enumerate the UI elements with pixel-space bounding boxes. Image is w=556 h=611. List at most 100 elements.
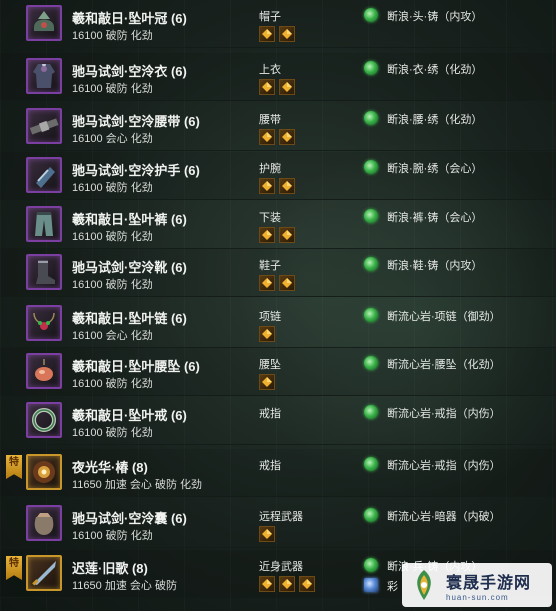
item-name: 羲和敲日·坠叶戒 (6)	[72, 408, 187, 423]
jade-icon	[364, 209, 378, 223]
gem-icon[interactable]	[259, 576, 275, 592]
gem-icon[interactable]	[259, 374, 275, 390]
item-stats: 11650 加速 会心 破防	[72, 580, 177, 592]
gem-icon[interactable]	[259, 79, 275, 95]
equipment-row[interactable]: 羲和敲日·坠叶冠 (6) 16100 破防 化劲 帽子 断浪·头·铸（内攻）	[0, 0, 556, 48]
item-name: 迟莲·旧歌 (8)	[72, 561, 148, 576]
boots-icon[interactable]	[26, 254, 62, 290]
jade-icon	[364, 308, 378, 322]
watermark-title: 寰晟手游网	[446, 574, 532, 592]
ring-icon[interactable]	[26, 402, 62, 438]
gem-icon[interactable]	[299, 576, 315, 592]
gem-slots	[259, 79, 295, 95]
gem-slots	[259, 178, 295, 194]
special-tag: 特	[6, 455, 22, 479]
enchant-label: 断浪·腰·绣（化劲）	[387, 114, 483, 126]
item-slot: 上衣	[259, 64, 281, 76]
enchant-label: 断流心岩·戒指（内伤）	[387, 408, 501, 420]
item-stats: 16100 破防 化劲	[72, 530, 153, 542]
item-name: 驰马试剑·空泠衣 (6)	[72, 64, 187, 79]
gem-slots	[259, 275, 295, 291]
enchant-label: 断流心岩·项链（御劲）	[387, 311, 501, 323]
gem-icon[interactable]	[259, 26, 275, 42]
gem-slots	[259, 26, 295, 42]
equipment-row[interactable]: 驰马试剑·空泠衣 (6) 16100 破防 化劲 上衣 断浪·衣·绣（化劲）	[0, 53, 556, 101]
necklace-icon[interactable]	[26, 305, 62, 341]
equipment-row[interactable]: 羲和敲日·坠叶腰坠 (6) 16100 破防 化劲 腰坠 断流心岩·腰坠（化劲）	[0, 348, 556, 396]
gem-icon[interactable]	[259, 227, 275, 243]
item-name: 驰马试剑·空泠囊 (6)	[72, 511, 187, 526]
flower-ring-icon[interactable]	[26, 454, 62, 490]
weapon-icon[interactable]	[26, 555, 62, 591]
jade-icon	[364, 8, 378, 22]
equipment-list-screen: { "colors": { "epic_border": "#7a3fa0", …	[0, 0, 556, 611]
gem-icon[interactable]	[279, 79, 295, 95]
gem-slots	[259, 227, 295, 243]
item-stats: 16100 破防 化劲	[72, 279, 153, 291]
belt-icon[interactable]	[26, 108, 62, 144]
gem-icon[interactable]	[279, 275, 295, 291]
item-name: 驰马试剑·空泠靴 (6)	[72, 260, 187, 275]
equipment-row[interactable]: 羲和敲日·坠叶链 (6) 16100 会心 化劲 项链 断流心岩·项链（御劲）	[0, 300, 556, 348]
gem-slots	[259, 374, 275, 390]
equipment-row[interactable]: 驰马试剑·空泠护手 (6) 16100 破防 化劲 护腕 断浪·腕·绣（会心）	[0, 152, 556, 200]
item-name: 夜光华·椿 (8)	[72, 460, 148, 475]
jade-icon	[364, 558, 378, 572]
gem-icon[interactable]	[279, 227, 295, 243]
robe-icon[interactable]	[26, 58, 62, 94]
enchant-label: 断浪·衣·绣（化劲）	[387, 64, 483, 76]
item-stats: 16100 破防 化劲	[72, 378, 153, 390]
enchant-label: 断流心岩·暗器（内破）	[387, 511, 501, 523]
item-stats: 16100 破防 化劲	[72, 427, 153, 439]
enchant-label: 断浪·裤·铸（会心）	[387, 212, 483, 224]
site-watermark: 寰晟手游网 huan-sun.com	[402, 563, 552, 607]
gem-icon[interactable]	[259, 275, 275, 291]
watermark-url: huan-sun.com	[446, 592, 509, 602]
enchant-label: 断浪·鞋·铸（内攻）	[387, 260, 483, 272]
equipment-row[interactable]: 驰马试剑·空泠靴 (6) 16100 破防 化劲 鞋子 断浪·鞋·铸（内攻）	[0, 249, 556, 297]
gem-icon[interactable]	[259, 526, 275, 542]
gem-icon[interactable]	[279, 576, 295, 592]
pendant-icon[interactable]	[26, 353, 62, 389]
item-stats: 16100 破防 化劲	[72, 182, 153, 194]
item-slot: 近身武器	[259, 561, 303, 573]
jade-icon	[364, 356, 378, 370]
gem-icon[interactable]	[259, 178, 275, 194]
item-name: 羲和敲日·坠叶裤 (6)	[72, 212, 187, 227]
gem-icon[interactable]	[259, 129, 275, 145]
gem-icon[interactable]	[279, 178, 295, 194]
gem-slots	[259, 129, 295, 145]
jade-icon	[364, 457, 378, 471]
item-stats: 16100 破防 化劲	[72, 83, 153, 95]
equipment-row[interactable]: 驰马试剑·空泠腰带 (6) 16100 会心 化劲 腰带 断浪·腰·绣（化劲）	[0, 103, 556, 151]
bracer-icon[interactable]	[26, 157, 62, 193]
item-slot: 帽子	[259, 11, 281, 23]
item-slot: 腰带	[259, 114, 281, 126]
site-logo-icon	[417, 570, 431, 600]
pouch-icon[interactable]	[26, 505, 62, 541]
item-slot: 下装	[259, 212, 281, 224]
jade-icon	[364, 257, 378, 271]
gem-slots	[259, 326, 275, 342]
equipment-row[interactable]: 驰马试剑·空泠囊 (6) 16100 破防 化劲 远程武器 断流心岩·暗器（内破）	[0, 500, 556, 548]
equipment-row[interactable]: 羲和敲日·坠叶戒 (6) 16100 破防 化劲 戒指 断流心岩·戒指（内伤）	[0, 397, 556, 445]
item-stats: 16100 破防 化劲	[72, 231, 153, 243]
gem-slots	[259, 576, 315, 592]
item-stats: 16100 会心 化劲	[72, 133, 153, 145]
item-stats: 16100 会心 化劲	[72, 330, 153, 342]
enchant-label: 断浪·腕·绣（会心）	[387, 163, 483, 175]
enchant-label-secondary: 彩	[387, 581, 398, 593]
gem-icon[interactable]	[279, 129, 295, 145]
jade-icon	[364, 508, 378, 522]
item-slot: 远程武器	[259, 511, 303, 523]
equipment-row[interactable]: 特 夜光华·椿 (8) 11650 加速 会心 破防 化劲 戒指 断流心岩·戒指（内伤）	[0, 449, 556, 497]
gem-icon[interactable]	[259, 326, 275, 342]
gem-icon[interactable]	[279, 26, 295, 42]
equipment-row[interactable]: 羲和敲日·坠叶裤 (6) 16100 破防 化劲 下装 断浪·裤·铸（会心）	[0, 201, 556, 249]
jade-icon	[364, 111, 378, 125]
helmet-icon[interactable]	[26, 5, 62, 41]
item-name: 羲和敲日·坠叶链 (6)	[72, 311, 187, 326]
pants-icon[interactable]	[26, 206, 62, 242]
item-slot: 戒指	[259, 460, 281, 472]
enchant-label: 断流心岩·腰坠（化劲）	[387, 359, 501, 371]
